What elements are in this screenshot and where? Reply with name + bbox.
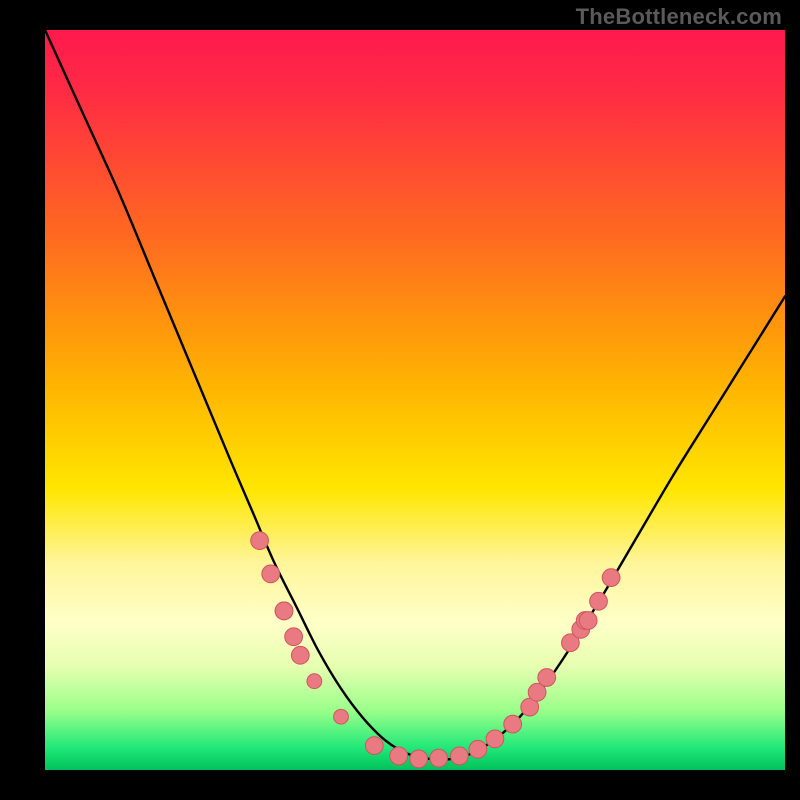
data-point [365, 737, 383, 755]
bottleneck-curve [45, 30, 785, 760]
chart-canvas: TheBottleneck.com [0, 0, 800, 800]
data-point [390, 747, 408, 765]
data-point [251, 532, 269, 550]
watermark-text: TheBottleneck.com [576, 4, 782, 30]
data-point [291, 646, 309, 664]
data-point [469, 740, 487, 758]
data-point [275, 602, 293, 620]
data-point [334, 709, 349, 724]
data-point [486, 730, 504, 748]
chart-overlay [45, 30, 785, 770]
data-point [590, 592, 608, 610]
data-point [579, 612, 597, 630]
data-point [538, 669, 556, 687]
data-point [262, 565, 280, 583]
data-point [602, 569, 620, 587]
data-point [451, 747, 469, 765]
data-point [410, 750, 428, 768]
plot-area [45, 30, 785, 770]
data-point [504, 715, 522, 733]
data-point [430, 749, 448, 767]
data-point [285, 628, 303, 646]
data-point [307, 674, 322, 689]
